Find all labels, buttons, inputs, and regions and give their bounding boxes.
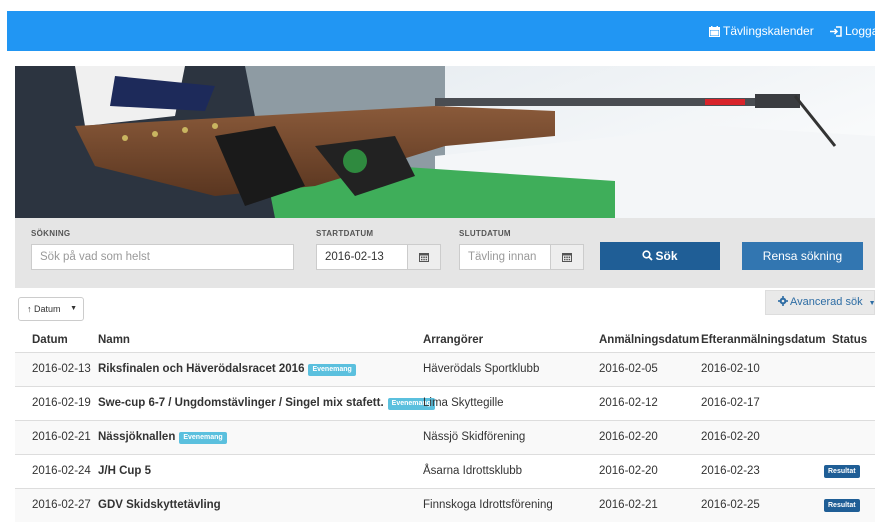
- table-header: Datum Namn Arrangörer Anmälningsdatum Ef…: [15, 328, 875, 352]
- search-button[interactable]: Sök: [600, 242, 720, 270]
- cell-organizer: Åsarna Idrottsklubb: [423, 465, 523, 477]
- start-date-picker-button[interactable]: [407, 244, 441, 270]
- gear-icon: [778, 296, 788, 306]
- sort-select[interactable]: ↑ Datum ▼: [18, 297, 84, 321]
- cell-date: 2016-02-27: [32, 499, 91, 511]
- cell-date: 2016-02-24: [32, 465, 91, 477]
- cell-late-signup-date: 2016-02-17: [701, 397, 760, 409]
- hero-banner-image: [15, 66, 875, 218]
- result-badge[interactable]: Resultat: [824, 499, 860, 512]
- column-header-organizers[interactable]: Arrangörer: [423, 328, 483, 352]
- caret-down-icon: ▼: [868, 300, 875, 307]
- cell-late-signup-date: 2016-02-20: [701, 431, 760, 443]
- competition-name[interactable]: J/H Cup 5: [98, 465, 151, 477]
- column-header-signup-date[interactable]: Anmälningsdatum: [599, 328, 699, 352]
- search-button-label: Sök: [655, 249, 678, 263]
- table-row[interactable]: 2016-02-13 Riksfinalen och Häverödalsrac…: [15, 352, 875, 386]
- end-date-label: SLUTDATUM: [459, 229, 511, 238]
- cell-late-signup-date: 2016-02-10: [701, 363, 760, 375]
- cell-signup-date: 2016-02-21: [599, 499, 658, 511]
- cell-name[interactable]: J/H Cup 5: [98, 455, 151, 488]
- cell-organizer: Nässjö Skidförening: [423, 431, 526, 443]
- competition-name[interactable]: Nässjöknallen: [98, 431, 175, 443]
- top-navbar: Tävlingskalender Logga in: [7, 11, 875, 51]
- cell-name[interactable]: Riksfinalen och Häverödalsracet 2016 Even…: [98, 353, 356, 386]
- cell-signup-date: 2016-02-20: [599, 465, 658, 477]
- start-date-input[interactable]: 2016-02-13: [316, 244, 408, 270]
- calendar-icon: [709, 26, 720, 37]
- clear-search-button[interactable]: Rensa sökning: [742, 242, 863, 270]
- cell-name[interactable]: Swe-cup 6-7 / Ungdomstävlinger / Singel …: [98, 387, 435, 420]
- column-header-name[interactable]: Namn: [98, 328, 130, 352]
- search-input[interactable]: Sök på vad som helst: [31, 244, 294, 270]
- cell-organizer: Lima Skyttegille: [423, 397, 504, 409]
- advanced-search-label: Avancerad sök: [790, 296, 863, 308]
- cell-late-signup-date: 2016-02-23: [701, 465, 760, 477]
- cell-name[interactable]: GDV Skidskyttetävling: [98, 489, 221, 522]
- nav-login-label: Logga in: [845, 24, 875, 38]
- column-header-status[interactable]: Status: [832, 328, 867, 352]
- table-row[interactable]: 2016-02-21 Nässjöknallen Evenemang Nässjö…: [15, 420, 875, 454]
- sort-selected-value: ↑ Datum: [27, 304, 61, 314]
- cell-date: 2016-02-19: [32, 397, 91, 409]
- nav-login[interactable]: Logga in: [830, 11, 875, 51]
- table-row[interactable]: 2016-02-27 GDV Skidskyttetävling Finnsko…: [15, 488, 875, 522]
- sign-in-icon: [830, 26, 842, 37]
- cell-name[interactable]: Nässjöknallen Evenemang: [98, 421, 227, 454]
- cell-signup-date: 2016-02-05: [599, 363, 658, 375]
- cell-date: 2016-02-21: [32, 431, 91, 443]
- search-icon: [642, 250, 654, 261]
- nav-calendar-label: Tävlingskalender: [723, 24, 814, 38]
- cell-organizer: Häverödals Sportklubb: [423, 363, 540, 375]
- competition-name[interactable]: GDV Skidskyttetävling: [98, 499, 221, 511]
- search-panel: SÖKNING Sök på vad som helst STARTDATUM …: [15, 218, 875, 288]
- end-date-input[interactable]: Tävling innan: [459, 244, 551, 270]
- cell-late-signup-date: 2016-02-25: [701, 499, 760, 511]
- column-header-late-signup-date[interactable]: Efteranmälningsdatum: [701, 328, 826, 352]
- calendar-icon: [419, 253, 429, 262]
- column-header-date[interactable]: Datum: [32, 328, 68, 352]
- cell-signup-date: 2016-02-20: [599, 431, 658, 443]
- event-tag: Evenemang: [179, 432, 227, 444]
- cell-organizer: Finnskoga Idrottsförening: [423, 499, 553, 511]
- advanced-search-toggle[interactable]: Avancerad sök ▼: [765, 290, 875, 315]
- start-date-label: STARTDATUM: [316, 229, 374, 238]
- table-row[interactable]: 2016-02-19 Swe-cup 6-7 / Ungdomstävlinge…: [15, 386, 875, 420]
- cell-signup-date: 2016-02-12: [599, 397, 658, 409]
- competition-name[interactable]: Swe-cup 6-7 / Ungdomstävlinger / Singel …: [98, 397, 384, 409]
- event-tag: Evenemang: [308, 364, 356, 376]
- result-badge[interactable]: Resultat: [824, 465, 860, 478]
- end-date-picker-button[interactable]: [550, 244, 584, 270]
- caret-down-icon: ▼: [70, 305, 77, 312]
- table-row[interactable]: 2016-02-24 J/H Cup 5 Åsarna Idrottsklubb…: [15, 454, 875, 488]
- search-label: SÖKNING: [31, 229, 71, 238]
- cell-date: 2016-02-13: [32, 363, 91, 375]
- calendar-icon: [562, 253, 572, 262]
- competition-name[interactable]: Riksfinalen och Häverödalsracet 2016: [98, 363, 304, 375]
- nav-competition-calendar[interactable]: Tävlingskalender: [709, 11, 814, 51]
